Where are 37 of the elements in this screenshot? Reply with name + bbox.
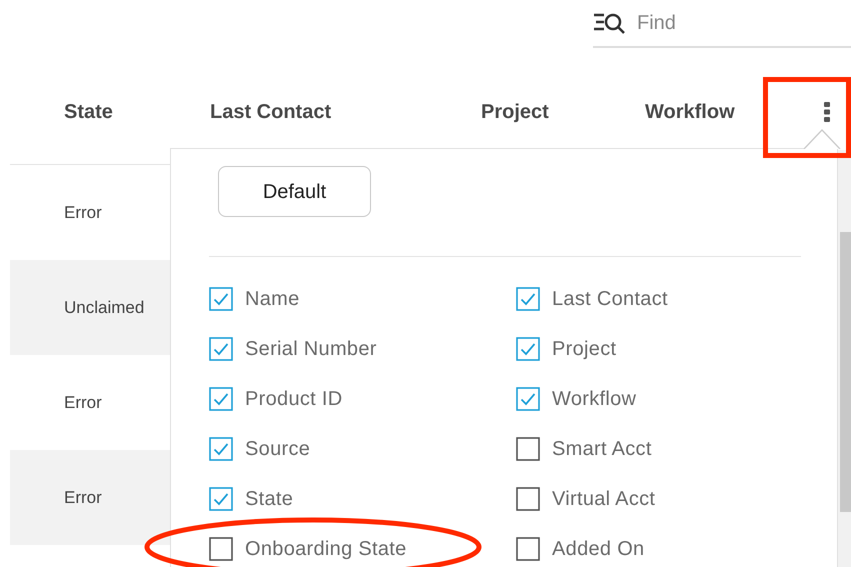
table-cell: Error <box>64 488 102 507</box>
table-cell: Unclaimed <box>64 298 144 317</box>
option-label[interactable]: Virtual Acct <box>552 484 656 514</box>
default-button[interactable]: Default <box>218 166 371 217</box>
checkbox[interactable] <box>209 287 233 311</box>
search-icon <box>593 12 625 34</box>
option-label[interactable]: Last Contact <box>552 284 668 314</box>
table-cell: Error <box>64 392 102 412</box>
column-header[interactable]: Workflow <box>645 101 735 123</box>
option-label[interactable]: Workflow <box>552 384 636 414</box>
option-label[interactable]: Serial Number <box>245 334 377 364</box>
option-label[interactable]: Added On <box>552 534 644 564</box>
checkbox[interactable] <box>209 487 233 511</box>
checkbox[interactable] <box>516 287 540 311</box>
more-options-button[interactable] <box>823 100 831 124</box>
checkbox[interactable] <box>516 487 540 511</box>
column-header[interactable]: State <box>64 101 113 123</box>
option-label[interactable]: Source <box>245 434 310 464</box>
checkbox[interactable] <box>516 387 540 411</box>
column-header[interactable]: Project <box>481 101 549 123</box>
scrollbar[interactable] <box>838 150 851 567</box>
checkbox[interactable] <box>209 437 233 461</box>
option-label[interactable]: Project <box>552 334 616 364</box>
option-label[interactable]: Product ID <box>245 384 342 414</box>
checkbox[interactable] <box>516 337 540 361</box>
option-label[interactable]: State <box>245 484 294 514</box>
table-cell: Error <box>64 202 102 222</box>
checkbox[interactable] <box>209 537 233 561</box>
checkbox[interactable] <box>209 387 233 411</box>
checkbox[interactable] <box>209 337 233 361</box>
option-label[interactable]: Smart Acct <box>552 434 652 464</box>
option-label[interactable]: Name <box>245 284 300 314</box>
search-field[interactable]: Find <box>637 8 837 38</box>
checkbox[interactable] <box>516 537 540 561</box>
checkbox[interactable] <box>516 437 540 461</box>
scrollbar-thumb[interactable] <box>840 232 851 512</box>
column-header[interactable]: Last Contact <box>210 101 332 123</box>
